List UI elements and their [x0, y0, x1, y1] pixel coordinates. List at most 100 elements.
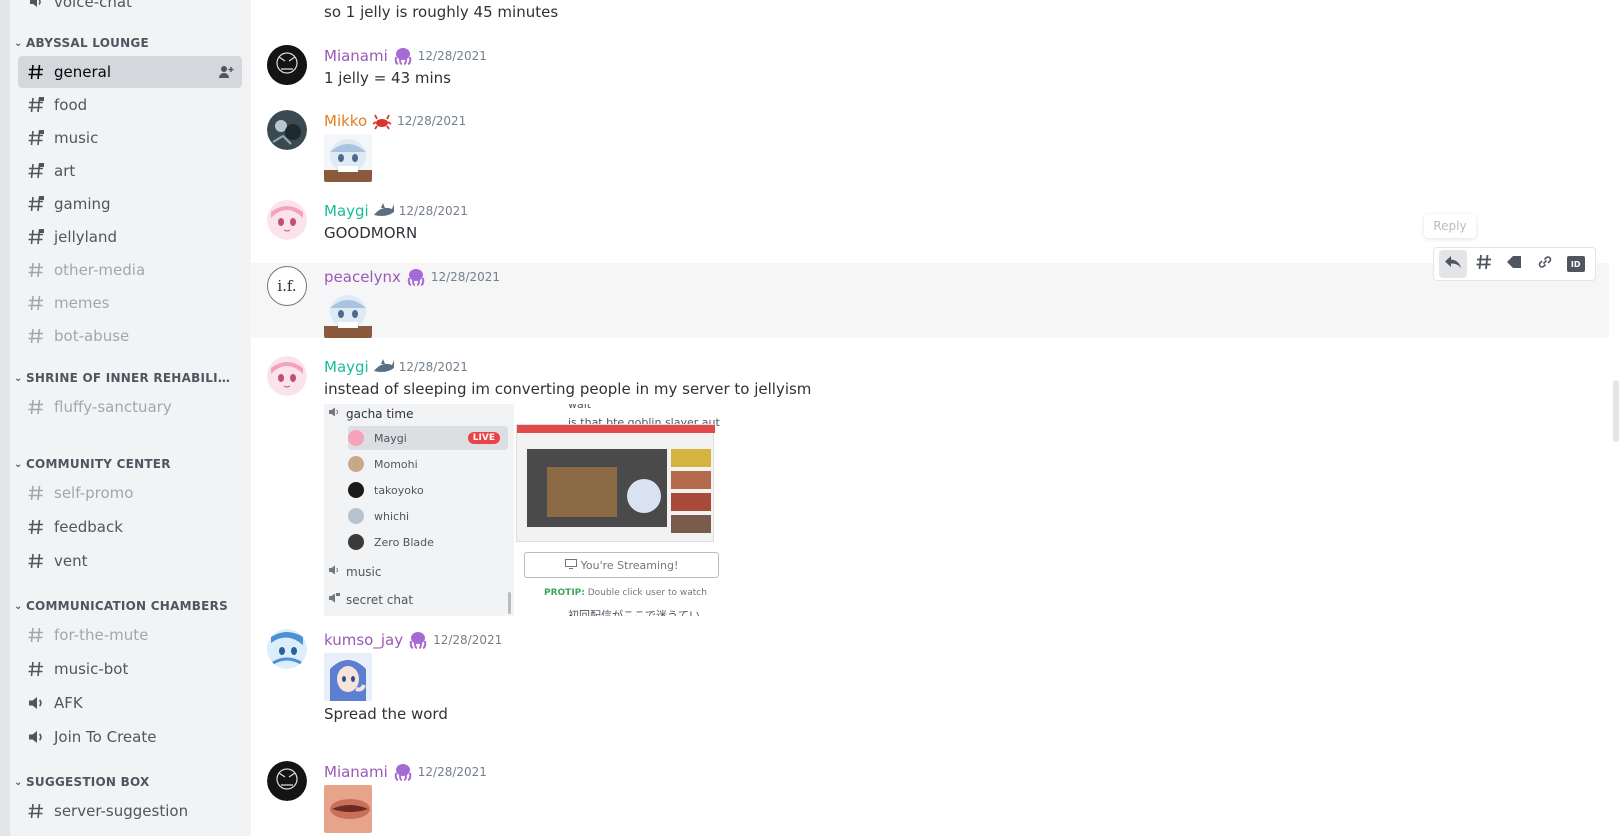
channel-general[interactable]: general [18, 56, 242, 88]
message-text: 1 jelly = 43 mins [324, 69, 451, 87]
hash-icon [26, 660, 46, 678]
emoji-sticker-image[interactable] [324, 785, 372, 833]
hash-icon [26, 398, 46, 416]
timestamp: 12/28/2021 [398, 360, 468, 374]
avatar[interactable] [267, 45, 307, 85]
category-abyssal-lounge[interactable]: ⌄ ABYSSAL LOUNGE [14, 36, 149, 50]
channel-food[interactable]: food [18, 89, 242, 121]
embedded-user: Momohi [348, 452, 508, 476]
channel-gaming[interactable]: gaming [18, 188, 242, 220]
timestamp: 12/28/2021 [417, 765, 487, 779]
hash-icon [26, 802, 46, 820]
chevron-down-icon: ⌄ [14, 776, 23, 788]
octopus-icon [392, 46, 414, 66]
avatar[interactable] [267, 356, 307, 396]
channel-music[interactable]: music [18, 122, 242, 154]
embedded-user: Zero Blade [348, 530, 508, 554]
channel-voice-chat[interactable]: voice-chat [18, 0, 242, 18]
octopus-icon [392, 762, 414, 782]
avatar[interactable] [267, 200, 307, 240]
channel-afk[interactable]: AFK [18, 687, 242, 719]
monitor-icon [564, 558, 577, 572]
emoji-sticker-image[interactable] [324, 134, 372, 182]
channel-feedback[interactable]: feedback [18, 511, 242, 543]
username[interactable]: peacelynx [324, 268, 401, 286]
link-icon [1536, 253, 1554, 275]
copy-id-button[interactable]: ID [1562, 250, 1590, 278]
hash-icon [26, 261, 46, 279]
message-text: Spread the word [324, 705, 448, 723]
username[interactable]: Mikko [324, 112, 367, 130]
message-text: instead of sleeping im converting people… [324, 380, 812, 398]
channel-other-media[interactable]: other-media [18, 254, 242, 286]
hash-icon [26, 484, 46, 502]
emoji-sticker-image[interactable] [324, 653, 372, 701]
message-text: so 1 jelly is roughly 45 minutes [324, 3, 559, 21]
scrollbar-thumb[interactable] [1613, 380, 1619, 442]
channel-for-the-mute[interactable]: for-the-mute [18, 619, 242, 651]
chat-area: so 1 jelly is roughly 45 minutes Mianami… [251, 0, 1609, 836]
category-shrine[interactable]: ⌄ SHRINE OF INNER REHABILITATI... [14, 371, 231, 385]
message-text: GOODMORN [324, 224, 418, 242]
chevron-down-icon: ⌄ [14, 37, 23, 49]
embedded-user: Maygi LIVE [348, 426, 508, 450]
hash-locked-icon [26, 129, 46, 147]
embedded-user: takoyoko [348, 478, 508, 502]
channel-jellyland[interactable]: jellyland [18, 221, 242, 253]
channel-label: voice-chat [54, 0, 132, 11]
chevron-down-icon: ⌄ [14, 458, 23, 470]
embedded-voice-panel: gacha time Maygi LIVE Momohi takoyoko wh… [324, 404, 514, 616]
youre-streaming-button: You're Streaming! [524, 552, 719, 578]
embedded-user: whichi [348, 504, 508, 528]
username[interactable]: Mianami [324, 47, 388, 65]
speaker-icon [26, 694, 46, 712]
category-suggestion-box[interactable]: ⌄ SUGGESTION BOX [14, 775, 150, 789]
avatar[interactable] [267, 629, 307, 669]
channel-bot-abuse[interactable]: bot-abuse [18, 320, 242, 352]
copy-link-button[interactable] [1531, 250, 1559, 278]
channel-sidebar: voice-chat ⌄ ABYSSAL LOUNGE general food… [10, 0, 251, 836]
username[interactable]: kumso_jay [324, 631, 403, 649]
attachment-image[interactable]: gacha time Maygi LIVE Momohi takoyoko wh… [324, 404, 726, 616]
emoji-sticker-image[interactable] [324, 290, 372, 338]
channel-join-to-create[interactable]: Join To Create [18, 721, 242, 753]
username[interactable]: Mianami [324, 763, 388, 781]
channel-memes[interactable]: memes [18, 287, 242, 319]
timestamp: 12/28/2021 [417, 49, 487, 63]
category-community-center[interactable]: ⌄ COMMUNITY CENTER [14, 457, 171, 471]
hash-locked-icon [26, 195, 46, 213]
hash-icon [26, 294, 46, 312]
channel-fluffy-sanctuary[interactable]: fluffy-sanctuary [18, 391, 242, 423]
avatar[interactable]: i.f. [267, 266, 307, 306]
reply-tooltip: Reply [1424, 214, 1476, 238]
channel-self-promo[interactable]: self-promo [18, 477, 242, 509]
username[interactable]: Maygi [324, 358, 369, 376]
shark-icon [373, 357, 395, 377]
shark-icon [373, 201, 395, 221]
category-communication-chambers[interactable]: ⌄ COMMUNICATION CHAMBERS [14, 599, 228, 613]
username[interactable]: Maygi [324, 202, 369, 220]
timestamp: 12/28/2021 [398, 204, 468, 218]
id-icon: ID [1566, 256, 1585, 272]
live-badge: LIVE [467, 432, 500, 444]
octopus-icon [405, 267, 427, 287]
embedded-stream-preview: wait is that bte goblin slayer aut You'r… [514, 404, 726, 616]
avatar[interactable] [267, 761, 307, 801]
channel-art[interactable]: art [18, 155, 242, 187]
channel-server-suggestion[interactable]: server-suggestion [18, 795, 242, 827]
server-list-edge [0, 0, 10, 836]
create-invite-icon[interactable] [216, 62, 236, 82]
octopus-icon [407, 630, 429, 650]
hash-icon [26, 518, 46, 536]
chat-scrollbar[interactable] [1612, 0, 1620, 836]
channel-music-bot[interactable]: music-bot [18, 653, 242, 685]
hash-icon [26, 552, 46, 570]
crab-icon [371, 111, 393, 131]
hash-locked-icon [26, 96, 46, 114]
avatar[interactable] [267, 110, 307, 150]
embedded-scrollbar [508, 592, 511, 614]
hash-locked-icon [26, 162, 46, 180]
channel-vent[interactable]: vent [18, 545, 242, 577]
speaker-icon [26, 728, 46, 746]
speaker-icon [328, 564, 340, 579]
